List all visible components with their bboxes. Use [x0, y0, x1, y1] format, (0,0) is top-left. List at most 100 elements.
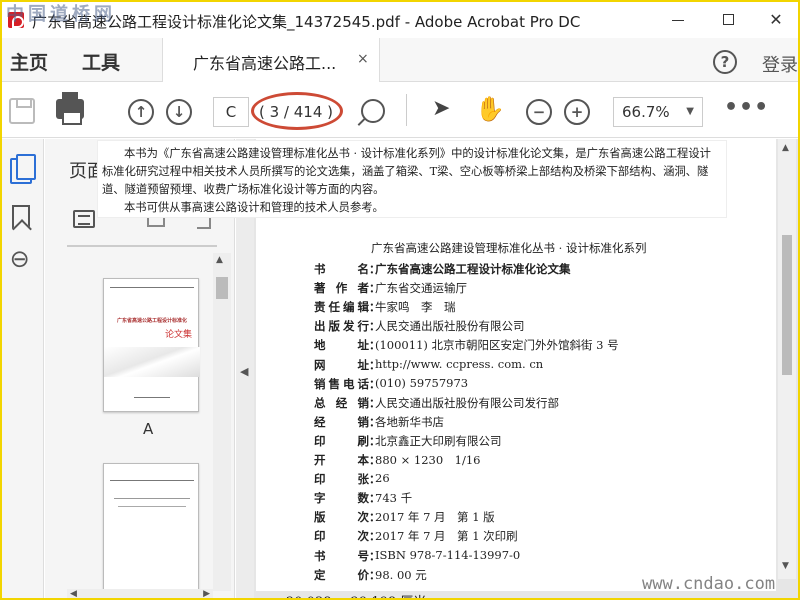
document-scrollbar[interactable]: ▲ ▼: [778, 139, 796, 579]
thumb-rule: [118, 506, 186, 507]
thumbnail-page-1[interactable]: 广东省高速公路工程设计标准化 论文集: [103, 278, 200, 412]
series-title: 广东省高速公路建设管理标准化丛书 · 设计标准化系列: [371, 241, 647, 255]
copyright-row: 开本： 880 × 1230 1/16: [314, 452, 481, 470]
thumb-rule: [134, 397, 170, 398]
copyright-label: 字数: [314, 491, 369, 506]
copyright-row: 印次： 2017 年 7 月 第 1 次印刷: [314, 528, 518, 546]
scroll-up-icon[interactable]: ▲: [782, 143, 789, 153]
copyright-value: (100011) 北京市朝阳区安定门外外馆斜街 3 号: [375, 338, 619, 353]
copyright-label: 销售电话: [314, 376, 369, 391]
copyright-value: 98. 00 元: [375, 567, 427, 582]
hand-tool-icon[interactable]: ✋: [474, 94, 506, 126]
copyright-row: 责任编辑：牛家鸣 李 瑞: [314, 299, 456, 317]
page-size-readout: 20.038 × 29.198 厘米: [286, 591, 426, 598]
page-thumbnails-icon[interactable]: [10, 154, 36, 184]
copyright-label: 定价: [314, 567, 369, 582]
copyright-value: (010) 59757973: [375, 375, 469, 390]
copyright-label: 著作者: [314, 281, 369, 296]
copyright-label: 总经销: [314, 395, 369, 410]
copyright-row: 著作者：广东省交通运输厅: [314, 280, 467, 298]
copyright-value: 2017 年 7 月 第 1 版: [375, 510, 495, 525]
scroll-thumb[interactable]: [782, 235, 792, 375]
bookmark-icon[interactable]: [12, 205, 30, 229]
copyright-value: 人民交通出版社股份有限公司: [375, 319, 525, 334]
copyright-label: 印张: [314, 472, 369, 487]
close-button[interactable]: ✕: [760, 8, 792, 32]
zoom-level-select[interactable]: 66.7% ▼: [613, 97, 703, 127]
thumbnail-page-2[interactable]: [103, 463, 199, 589]
tooltip-paragraph-2: 本书可供从事高速公路设计和管理的技术人员参考。: [124, 201, 384, 214]
copyright-row: 书号： ISBN 978-7-114-13997-0: [314, 548, 520, 566]
thumbnail-1-cover-art: [104, 347, 200, 377]
copyright-row: 书名：广东省高速公路工程设计标准化论文集: [314, 261, 571, 279]
chevron-down-icon: ▼: [686, 106, 694, 117]
tab-home[interactable]: 主页: [10, 48, 48, 75]
signin-link[interactable]: 登录: [762, 51, 798, 77]
scroll-left-icon[interactable]: ◀: [70, 589, 77, 598]
watermark-bottom: www.cndao.com: [642, 574, 776, 594]
copyright-value: 人民交通出版社股份有限公司发行部: [375, 395, 559, 410]
copyright-label: 地址: [314, 338, 369, 353]
copyright-row: 地址： (100011) 北京市朝阳区安定门外外馆斜街 3 号: [314, 337, 619, 355]
copyright-value: 2017 年 7 月 第 1 次印刷: [375, 529, 518, 544]
tab-tools[interactable]: 工具: [82, 48, 120, 75]
copyright-row: 字数： 743 千: [314, 490, 412, 508]
copyright-row: 经销：各地新华书店: [314, 414, 444, 432]
thumbnail-options-icon[interactable]: [73, 210, 95, 228]
previous-page-button[interactable]: ↑: [128, 99, 154, 125]
zoom-level-value: 66.7%: [622, 103, 670, 121]
scroll-thumb[interactable]: [216, 277, 228, 299]
red-annotation-oval: [251, 92, 343, 130]
thumbnail-page-label: A: [143, 420, 154, 438]
collapse-left-icon: ◀: [240, 365, 249, 378]
copyright-value: 牛家鸣 李 瑞: [375, 300, 456, 315]
maximize-button[interactable]: [712, 8, 744, 32]
thumbnail-horizontal-scrollbar[interactable]: ◀ ▶: [67, 589, 213, 598]
next-page-button[interactable]: ↓: [166, 99, 192, 125]
attachment-icon[interactable]: ⊘: [3, 242, 37, 276]
copyright-row: 网址： http://www. ccpress. com. cn: [314, 357, 543, 375]
copyright-label: 书号: [314, 548, 369, 563]
thumb-rule: [114, 498, 190, 499]
help-icon[interactable]: ?: [713, 50, 737, 74]
tab-bar: 主页 工具 广东省高速公路工... × ? 登录: [2, 38, 798, 82]
copyright-value: 880 × 1230 1/16: [375, 453, 481, 467]
scroll-right-icon[interactable]: ▶: [203, 589, 210, 598]
find-tool-icon[interactable]: [361, 99, 385, 123]
tooltip-paragraph-1: 本书为《广东省高速公路建设管理标准化丛书 · 设计标准化系列》中的设计标准化论文…: [102, 147, 711, 196]
copyright-row: 印张： 26: [314, 471, 390, 489]
print-icon[interactable]: [56, 92, 84, 125]
copyright-label: 书名: [314, 262, 369, 276]
description-tooltip: 本书为《广东省高速公路建设管理标准化丛书 · 设计标准化系列》中的设计标准化论文…: [97, 140, 727, 218]
pointer-icon[interactable]: ➤: [432, 96, 450, 121]
save-icon[interactable]: [9, 98, 35, 124]
tab-close-icon[interactable]: ×: [357, 51, 369, 67]
more-tools-icon[interactable]: •••: [724, 95, 769, 120]
copyright-row: 销售电话： (010) 59757973: [314, 376, 468, 394]
minimize-button[interactable]: [662, 8, 694, 32]
left-rail: ⊘: [2, 139, 44, 598]
copyright-row: 定价： 98. 00 元: [314, 567, 427, 585]
copyright-label: 出版发行: [314, 319, 369, 334]
title-bar: 广东省高速公路工程设计标准化论文集_14372545.pdf - Adobe A…: [2, 2, 798, 38]
tab-document-label: 广东省高速公路工...: [193, 54, 337, 73]
copyright-row: 印刷：北京鑫正大印刷有限公司: [314, 433, 502, 451]
zoom-out-button[interactable]: −: [526, 99, 552, 125]
thumbnail-scrollbar[interactable]: ▲: [213, 253, 231, 591]
tab-document[interactable]: 广东省高速公路工... ×: [162, 38, 380, 82]
page-number-input[interactable]: C: [213, 97, 249, 127]
copyright-value: 广东省交通运输厅: [375, 281, 467, 296]
scroll-up-icon[interactable]: ▲: [216, 255, 223, 265]
thumbnail-list: 广东省高速公路工程设计标准化 论文集 A: [67, 253, 217, 589]
panel-divider: [67, 245, 217, 247]
copyright-label: 印刷: [314, 433, 369, 448]
thumbnail-1-title: 广东省高速公路工程设计标准化: [116, 318, 187, 324]
copyright-label: 网址: [314, 357, 369, 372]
app-window: 广东省高速公路工程设计标准化论文集_14372545.pdf - Adobe A…: [0, 0, 800, 600]
copyright-label: 责任编辑: [314, 300, 369, 315]
copyright-value: 各地新华书店: [375, 414, 444, 429]
zoom-in-button[interactable]: +: [564, 99, 590, 125]
copyright-row: 出版发行：人民交通出版社股份有限公司: [314, 318, 525, 336]
scroll-down-icon[interactable]: ▼: [782, 561, 789, 571]
thumbnail-1-subtitle: 论文集: [164, 330, 192, 340]
